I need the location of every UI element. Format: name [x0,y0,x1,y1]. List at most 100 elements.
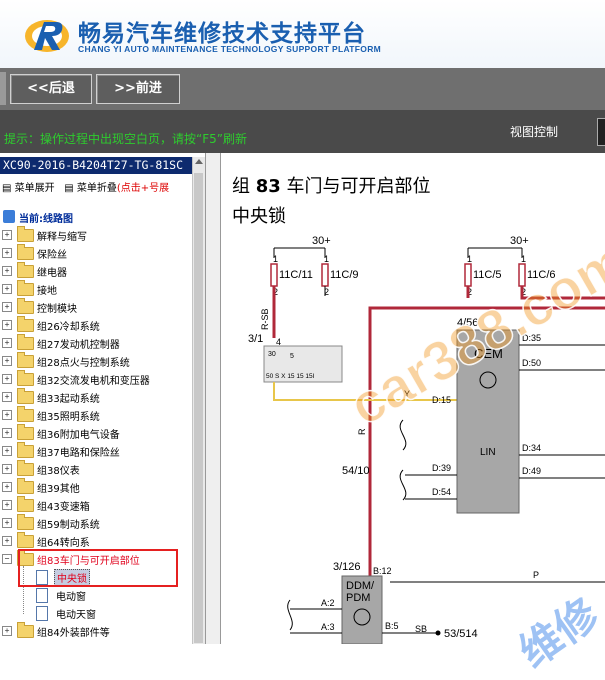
expand-plus-icon[interactable]: + [2,518,12,528]
tree-item[interactable]: + 控制模块 [0,298,190,316]
tree-root[interactable]: 当前:线路图 [0,208,190,226]
expand-plus-icon[interactable]: + [2,500,12,510]
tree-item[interactable]: + 组38仪表 [0,460,190,478]
tree-item-label: 组43变速箱 [37,502,90,513]
expand-plus-icon[interactable]: + [2,356,12,366]
tree-item[interactable]: + 组28点火与控制系统 [0,352,190,370]
tree-item[interactable]: + 解释与缩写 [0,226,190,244]
folder-icon [17,406,34,422]
scroll-up-icon[interactable] [195,159,203,164]
view-control-toggle[interactable] [597,118,605,146]
expand-menu-link[interactable]: 菜单展开 [15,183,55,194]
tree-item-label: 组26冷却系统 [37,322,100,333]
expand-plus-icon[interactable]: + [2,464,12,474]
title-text: 车门与可开启部位 [286,176,431,197]
refresh-hint: 提示：操作过程中出现空白页，请按“F5”刷新 [4,132,247,146]
folder-icon [17,622,34,638]
pin-b5: B:5 [385,621,399,631]
tree-item[interactable]: + 组26冷却系统 [0,316,190,334]
title-prefix: 组 [232,176,250,197]
fuse-11c6: 11C/6 [527,269,556,281]
relay-pins: 50 S X 15 15 15I [266,373,315,380]
fuse-11c11: 11C/11 [279,269,313,281]
tree-item-label: 组84外装部件等 [37,628,110,639]
folder-icon [17,370,34,386]
view-control-button[interactable]: 视图控制 [510,123,558,140]
fuse-11c5: 11C/5 [473,269,502,281]
tree-subitem[interactable]: 电动窗 [0,586,190,604]
expand-plus-icon[interactable]: + [2,410,12,420]
back-button[interactable]: <<后退 [10,74,92,104]
folder-icon [17,262,34,278]
expand-plus-icon[interactable]: + [2,482,12,492]
pin-d15: D:15 [432,395,451,405]
pin-1c: 1 [467,254,472,264]
expand-plus-icon[interactable]: + [2,428,12,438]
connector-53-514: 53/514 [444,628,478,640]
app-title: 畅易汽车维修技术支持平台 [78,21,366,47]
folder-icon [17,352,34,368]
collapse-hint: (点击+号展 [116,183,170,194]
folder-icon [17,460,34,476]
expand-plus-icon[interactable]: + [2,320,12,330]
collapse-icon[interactable]: ▤ [64,183,73,194]
tree-root-label: 当前:线路图 [19,214,73,225]
tree-item[interactable]: + 组39其他 [0,478,190,496]
collapse-minus-icon[interactable]: − [2,554,12,564]
relay-pin-30: 30 [268,351,276,358]
connector-4-56: 4/56 [457,317,478,329]
expand-plus-icon[interactable]: + [2,446,12,456]
tree-item[interactable]: + 接地 [0,280,190,298]
document-icon [36,606,48,621]
tree-item[interactable]: + 组64转向系 [0,532,190,550]
tree-item-label: 组28点火与控制系统 [37,358,130,369]
scroll-thumb[interactable] [194,173,203,643]
app-header: 畅易汽车维修技术支持平台 CHANG YI AUTO MAINTENANCE T… [0,0,605,69]
connector-3-126: 3/126 [333,561,361,573]
collapse-menu-link[interactable]: 菜单折叠 [77,183,117,194]
expand-icon[interactable]: ▤ [2,183,11,194]
app-subtitle: CHANG YI AUTO MAINTENANCE TECHNOLOGY SUP… [78,44,382,54]
folder-icon [17,478,34,494]
tree-item[interactable]: + 组43变速箱 [0,496,190,514]
folder-icon [17,388,34,404]
tree-item[interactable]: + 保险丝 [0,244,190,262]
tree-item-label: 接地 [37,286,57,297]
tree-item[interactable]: + 组84外装部件等 [0,622,190,640]
tree-item[interactable]: + 组37电路和保险丝 [0,442,190,460]
tree-item-label: 组37电路和保险丝 [37,448,120,459]
expand-plus-icon[interactable]: + [2,626,12,636]
tree-item[interactable]: + 组27发动机控制器 [0,334,190,352]
title-number: 83 [255,176,281,197]
expand-plus-icon[interactable]: + [2,536,12,546]
computer-icon [3,210,15,223]
tree-item[interactable]: + 组35照明系统 [0,406,190,424]
expand-plus-icon[interactable]: + [2,266,12,276]
forward-button[interactable]: >>前进 [96,74,180,104]
folder-icon [17,532,34,548]
expand-plus-icon[interactable]: + [2,230,12,240]
tree-item[interactable]: + 组33起动系统 [0,388,190,406]
folder-icon [17,298,34,314]
expand-plus-icon[interactable]: + [2,392,12,402]
relay-pin-5: 5 [290,353,294,360]
tree-item[interactable]: + 组32交流发电机和变压器 [0,370,190,388]
wire-y-label: Y [404,389,410,399]
tree-scrollbar[interactable] [192,157,205,644]
tree-item-label: 组35照明系统 [37,412,100,423]
fuse-11c6-body [518,263,526,287]
expand-plus-icon[interactable]: + [2,374,12,384]
pdm-label: PDM [346,592,370,604]
wiring-diagram: 30+ 30+ 11C/11 11C/9 11C/5 11C/6 1 2 1 2… [248,235,605,644]
tree-item[interactable]: + 继电器 [0,262,190,280]
expand-plus-icon[interactable]: + [2,302,12,312]
tree-subitem[interactable]: 电动天窗 [0,604,190,622]
tree-item[interactable]: + 组36附加电气设备 [0,424,190,442]
expand-plus-icon[interactable]: + [2,338,12,348]
ddm-label: DDM/ [346,580,375,592]
expand-plus-icon[interactable]: + [2,284,12,294]
tree-item-label: 组39其他 [37,484,80,495]
tree-item[interactable]: + 组59制动系统 [0,514,190,532]
folder-icon [17,424,34,440]
expand-plus-icon[interactable]: + [2,248,12,258]
